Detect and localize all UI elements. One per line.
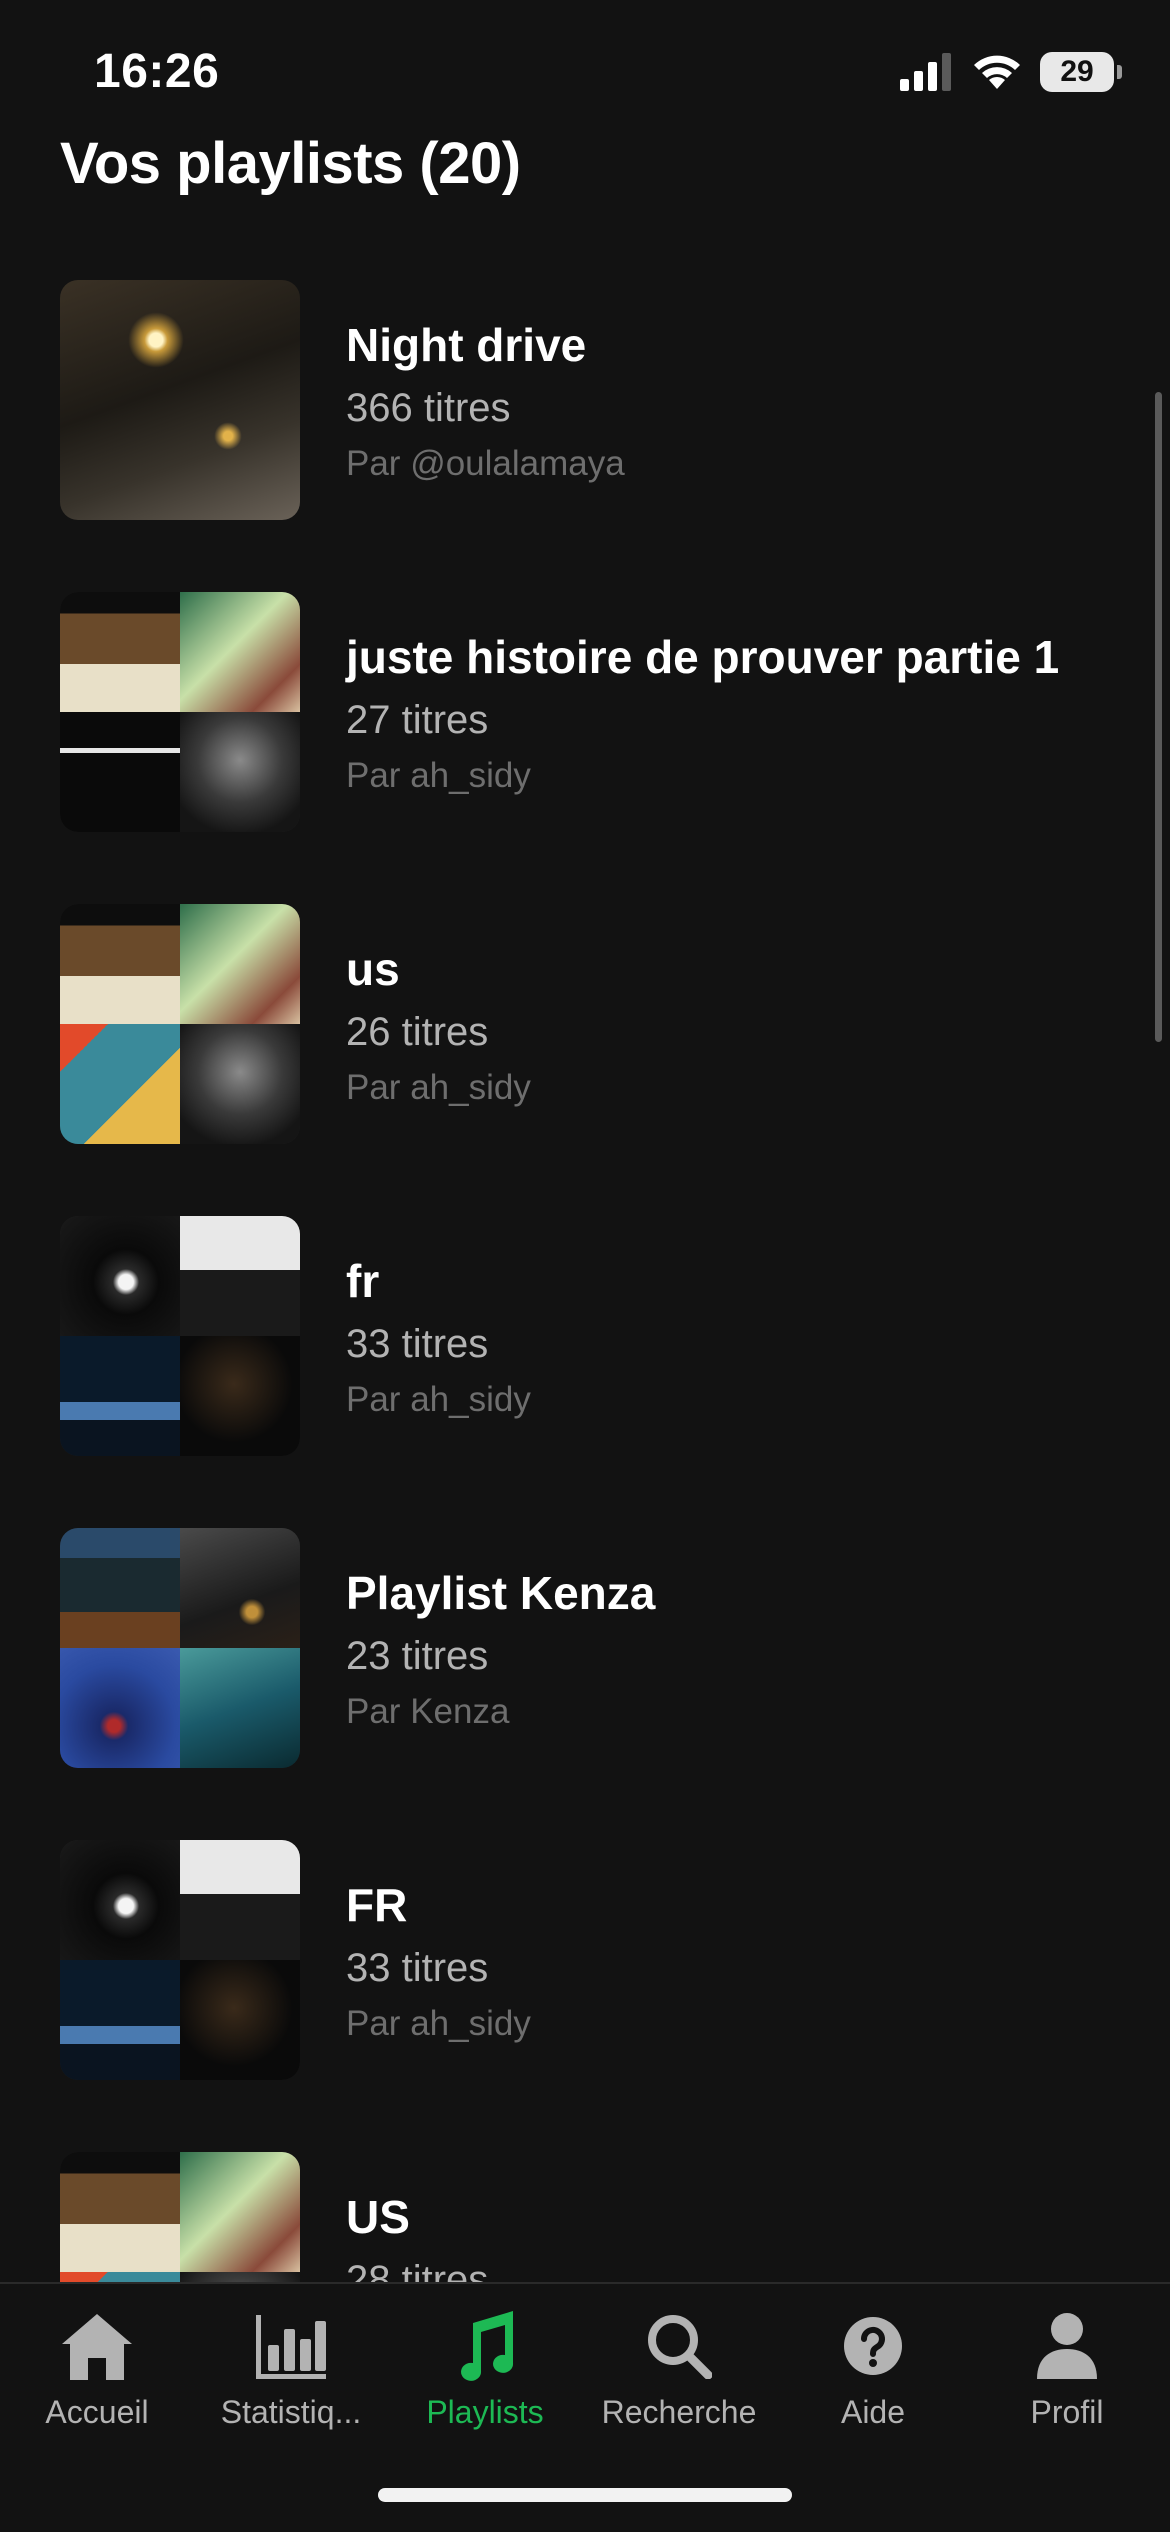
help-icon [842,2304,904,2388]
tab-recherche[interactable]: Recherche [582,2304,776,2454]
playlist-list: Night drive 366 titres Par @oulalamaya j… [0,280,1170,2464]
scrollbar[interactable] [1155,392,1162,1042]
playlist-cover [60,1840,300,2080]
page-title: Vos playlists (20) [60,131,521,196]
home-icon [60,2304,134,2388]
playlist-item[interactable]: juste histoire de prouver partie 1 27 ti… [0,592,1170,904]
playlist-track-count: 33 titres [346,1946,489,1990]
playlist-item[interactable]: FR 33 titres Par ah_sidy [0,1840,1170,2152]
tab-aide[interactable]: Aide [776,2304,970,2454]
playlist-cover [60,904,300,1144]
search-icon [646,2304,712,2388]
playlist-cover [60,592,300,832]
playlist-item[interactable]: fr 33 titres Par ah_sidy [0,1216,1170,1528]
status-time: 16:26 [94,45,220,98]
playlist-track-count: 26 titres [346,1010,489,1054]
playlist-item[interactable]: Playlist Kenza 23 titres Par Kenza [0,1528,1170,1840]
playlist-owner: Par ah_sidy [346,1380,531,1419]
music-note-icon [453,2304,517,2388]
playlist-name: US [346,2191,410,2243]
playlist-cover [60,1216,300,1456]
battery-level: 29 [1060,55,1094,88]
playlist-owner: Par @oulalamaya [346,444,625,483]
status-bar: 16:26 29 [0,0,1170,140]
playlist-name: fr [346,1255,380,1307]
playlist-owner: Par ah_sidy [346,2004,531,2043]
profile-icon [1035,2304,1099,2388]
playlist-owner: Par ah_sidy [346,756,531,795]
playlist-name: FR [346,1879,408,1931]
playlist-item[interactable]: Night drive 366 titres Par @oulalamaya [0,280,1170,592]
tab-label: Profil [1030,2394,1104,2430]
playlist-track-count: 366 titres [346,386,511,430]
tab-label: Accueil [45,2394,149,2430]
playlist-track-count: 33 titres [346,1322,489,1366]
battery-icon: 29 [1040,52,1122,92]
playlist-name: us [346,943,400,995]
tab-statistiques[interactable]: Statistiq... [194,2304,388,2454]
home-indicator[interactable] [378,2488,792,2502]
playlist-cover [60,1528,300,1768]
playlist-track-count: 23 titres [346,1634,489,1678]
tab-label: Statistiq... [220,2394,362,2430]
tab-label: Aide [840,2394,906,2430]
tab-accueil[interactable]: Accueil [0,2304,194,2454]
tab-label: Recherche [601,2394,757,2430]
playlist-name: Night drive [346,319,587,371]
cellular-signal-icon [900,53,951,91]
tab-profil[interactable]: Profil [970,2304,1164,2454]
playlist-owner: Par ah_sidy [346,1068,531,1107]
playlist-owner: Par Kenza [346,1692,510,1731]
playlist-cover [60,280,300,520]
tab-label: Playlists [426,2394,544,2430]
playlist-name: juste histoire de prouver partie 1 [346,631,1060,683]
playlist-item[interactable]: us 26 titres Par ah_sidy [0,904,1170,1216]
status-icons: 29 [900,52,1122,92]
tab-playlists[interactable]: Playlists [388,2304,582,2454]
playlist-name: Playlist Kenza [346,1567,656,1619]
bar-chart-icon [254,2304,328,2388]
playlist-track-count: 27 titres [346,698,489,742]
wifi-icon [974,55,1020,89]
